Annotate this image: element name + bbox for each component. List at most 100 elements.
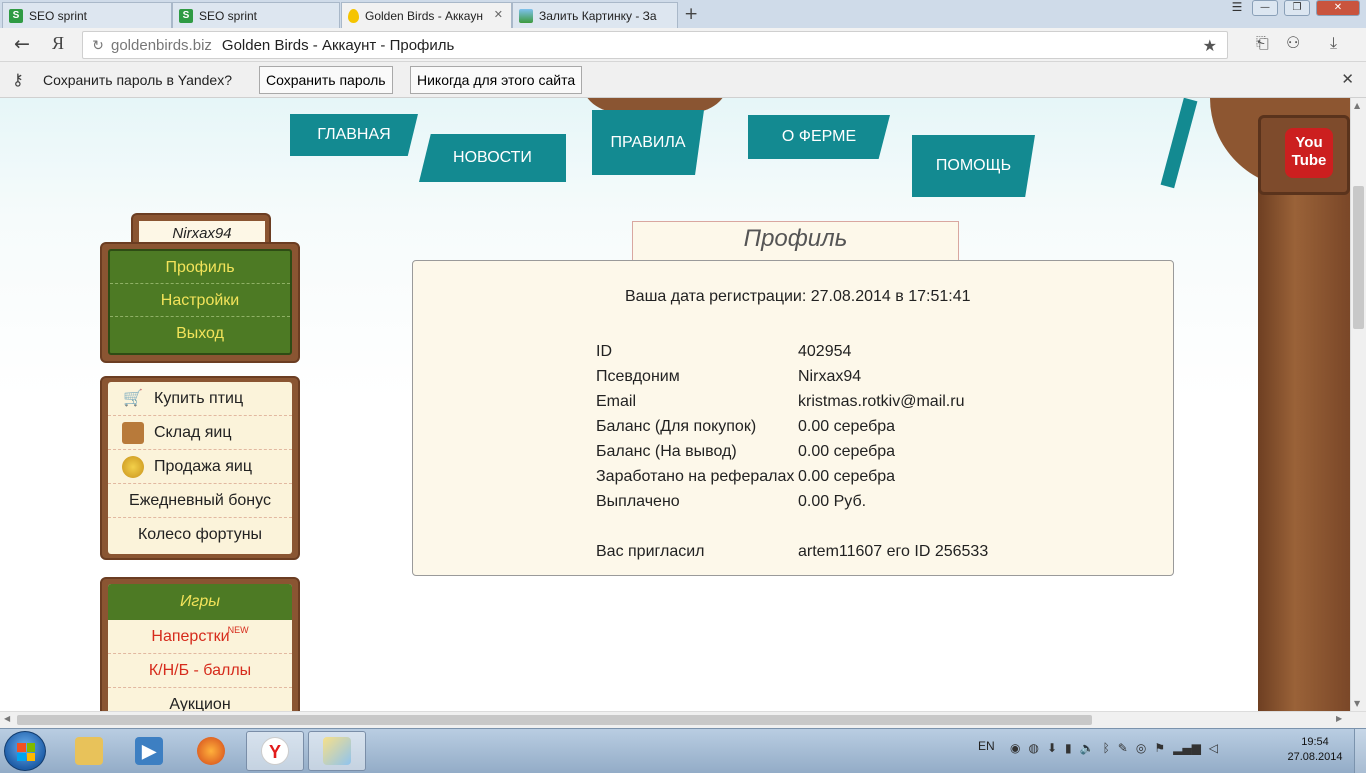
turbo-icon[interactable]: ⎗ <box>1256 33 1269 53</box>
close-password-bar-icon[interactable]: ✕ <box>1341 70 1354 88</box>
menu-auction[interactable]: Аукцион <box>108 688 292 711</box>
games-heading: Игры <box>108 584 292 620</box>
profile-key: Баланс (На вывод) <box>596 443 737 460</box>
tab-seo-sprint-2[interactable]: S SEO sprint <box>172 2 340 28</box>
tool-icon[interactable]: ✎ <box>1118 741 1128 755</box>
coins-icon <box>122 456 144 478</box>
bluetooth-icon[interactable]: ᛒ <box>1103 741 1110 755</box>
taskbar-paint[interactable] <box>308 731 366 771</box>
scroll-up-arrow-icon[interactable]: ▲ <box>1354 101 1360 110</box>
menu-sell-eggs[interactable]: Продажа яиц <box>108 450 292 484</box>
profile-value: Nirxax94 <box>798 368 862 385</box>
yandex-logo-button[interactable]: Я <box>52 33 64 54</box>
profile-value: 402954 <box>798 343 852 360</box>
vertical-scroll-thumb[interactable] <box>1353 186 1364 329</box>
wooden-log-decoration <box>580 98 730 112</box>
ribbon-decoration <box>1160 98 1198 189</box>
menu-daily-bonus[interactable]: Ежедневный бонус <box>108 484 292 518</box>
antivirus-icon[interactable]: ◎ <box>1136 741 1146 755</box>
taskbar-yandex-browser[interactable]: Y <box>246 731 304 771</box>
nav-help[interactable]: ПОМОЩЬ <box>912 135 1035 197</box>
show-desktop-button[interactable] <box>1354 729 1366 773</box>
save-password-button[interactable]: Сохранить пароль <box>259 66 393 94</box>
vertical-scrollbar[interactable]: ▲ ▼ <box>1350 98 1366 711</box>
start-button[interactable] <box>4 731 46 771</box>
nav-news[interactable]: НОВОСТИ <box>419 134 566 182</box>
menu-profile[interactable]: Профиль <box>110 251 290 284</box>
window-close-button[interactable]: ✕ <box>1316 0 1360 16</box>
address-input[interactable]: ↻ goldenbirds.biz Golden Birds - Аккаунт… <box>82 31 1228 59</box>
menu-rock-paper-scissors[interactable]: К/Н/Б - баллы <box>108 654 292 688</box>
volume-icon[interactable]: 🔈 <box>1080 741 1095 755</box>
menu-label: Склад яиц <box>154 424 232 441</box>
cart-icon: 🛒 <box>123 390 143 407</box>
menu-fortune-wheel[interactable]: Колесо фортуны <box>108 518 292 552</box>
maximize-button[interactable]: ❐ <box>1284 0 1310 16</box>
flag-alert-icon[interactable]: ⚑ <box>1154 741 1165 755</box>
clock-time: 19:54 <box>1301 736 1329 748</box>
tab-close-icon[interactable]: ✕ <box>494 8 503 21</box>
system-clock[interactable]: 19:54 27.08.2014 <box>1284 735 1346 765</box>
profile-key: Email <box>596 393 637 410</box>
network-globe-icon[interactable]: ◍ <box>1028 741 1038 755</box>
download-icon[interactable]: ⤓ <box>1330 33 1337 53</box>
tab-title: SEO sprint <box>29 8 88 23</box>
tab-upload-image[interactable]: Залить Картинку - За <box>512 2 678 28</box>
horizontal-scroll-thumb[interactable] <box>17 715 1092 725</box>
language-indicator[interactable]: EN <box>978 739 995 753</box>
extension-icon[interactable]: ⚇ <box>1286 33 1300 52</box>
profile-value: 0.00 серебра <box>798 443 896 460</box>
media-player-icon: ▶ <box>135 737 163 765</box>
profile-heading: Профиль <box>632 221 959 261</box>
scroll-right-arrow-icon[interactable]: ▶ <box>1336 714 1342 723</box>
profile-panel: Ваша дата регистрации: 27.08.2014 в 17:5… <box>412 260 1174 576</box>
system-tray: ◉ ◍ ⬇ ▮ 🔈 ᛒ ✎ ◎ ⚑ ▂▄▆ ◁ <box>1010 741 1218 755</box>
horizontal-scrollbar[interactable]: ◀ ▶ <box>0 711 1366 728</box>
taskbar-explorer[interactable] <box>60 731 118 771</box>
nav-about-farm[interactable]: О ФЕРМЕ <box>748 115 890 159</box>
menu-settings[interactable]: Настройки <box>110 284 290 317</box>
user-menu-frame: Профиль Настройки Выход <box>100 242 300 363</box>
minimize-button[interactable]: — <box>1252 0 1278 16</box>
user-menu: Профиль Настройки Выход <box>108 249 292 355</box>
new-badge: NEW <box>227 625 249 635</box>
taskbar-media-player[interactable]: ▶ <box>120 731 178 771</box>
windows-logo-icon <box>17 743 35 761</box>
menu-logout[interactable]: Выход <box>110 317 290 350</box>
menu-egg-storage[interactable]: Склад яиц <box>108 416 292 450</box>
menu-thimbles[interactable]: НаперсткиNEW <box>108 620 292 654</box>
browser-menu-icon[interactable]: ☰ <box>1225 0 1249 15</box>
new-tab-button[interactable]: + <box>684 4 698 24</box>
firefox-icon <box>197 737 225 765</box>
never-for-site-button[interactable]: Никогда для этого сайта <box>410 66 583 94</box>
menu-buy-birds[interactable]: 🛒 Купить птиц <box>108 382 292 416</box>
nav-main[interactable]: ГЛАВНАЯ <box>290 114 418 156</box>
bookmark-star-icon[interactable]: ★ <box>1203 36 1217 56</box>
update-icon[interactable]: ⬇ <box>1047 741 1057 755</box>
image-favicon-icon <box>519 8 533 23</box>
profile-key: Вас пригласил <box>596 543 705 560</box>
tab-seo-sprint-1[interactable]: S SEO sprint <box>2 2 172 28</box>
youtube-panel: You Tube <box>1258 115 1350 195</box>
security-icon[interactable]: ◉ <box>1010 741 1020 755</box>
shop-menu-frame: 🛒 Купить птиц Склад яиц Продажа яиц Ежед… <box>100 376 300 560</box>
reload-icon[interactable]: ↻ <box>87 37 109 54</box>
signal-icon[interactable]: ▂▄▆ <box>1173 741 1201 755</box>
usb-icon[interactable]: ▮ <box>1065 741 1072 755</box>
taskbar-firefox[interactable] <box>182 731 240 771</box>
games-menu-frame: Игры НаперсткиNEW К/Н/Б - баллы Аукцион <box>100 577 300 711</box>
window-controls: — ❐ ✕ <box>1252 0 1360 16</box>
clock-date: 27.08.2014 <box>1287 751 1343 763</box>
back-arrow-icon[interactable]: ← <box>14 33 30 55</box>
youtube-logo-icon[interactable]: You Tube <box>1285 128 1333 178</box>
profile-key: Баланс (Для покупок) <box>596 418 757 435</box>
nav-rules[interactable]: ПРАВИЛА <box>592 110 704 175</box>
url-host: goldenbirds.biz <box>111 36 212 54</box>
scroll-left-arrow-icon[interactable]: ◀ <box>4 714 10 723</box>
scroll-down-arrow-icon[interactable]: ▼ <box>1354 699 1360 708</box>
profile-key: ID <box>596 343 612 360</box>
tab-golden-birds[interactable]: Golden Birds - Аккаун ✕ <box>341 2 512 28</box>
speaker-icon[interactable]: ◁ <box>1209 741 1218 755</box>
games-menu: Игры НаперсткиNEW К/Н/Б - баллы Аукцион <box>108 584 292 711</box>
password-save-bar: ⚷ Сохранить пароль в Yandex? Сохранить п… <box>0 62 1366 98</box>
